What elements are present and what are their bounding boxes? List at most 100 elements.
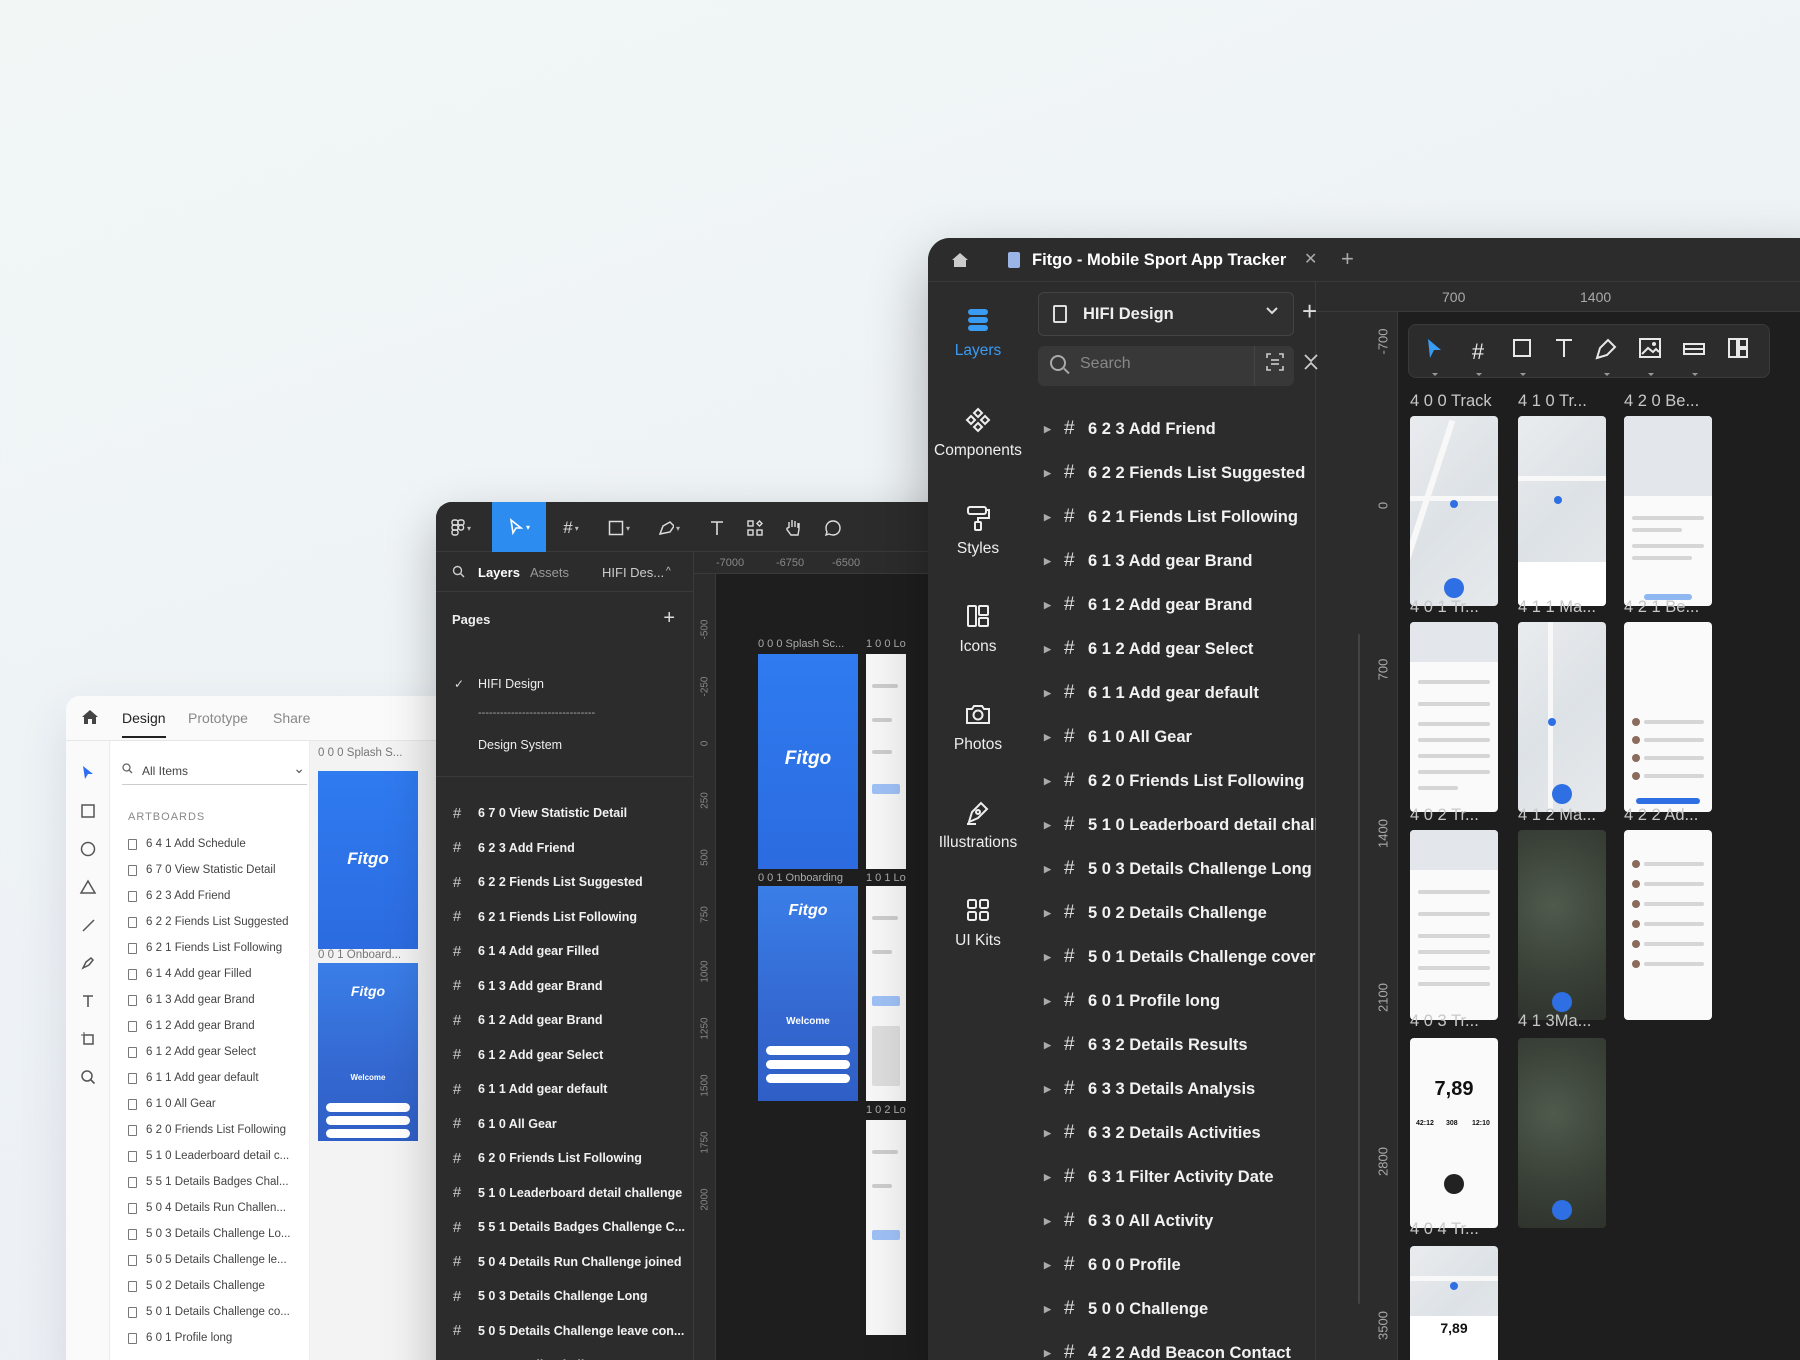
splash-frame[interactable]: Fitgo	[758, 654, 858, 869]
layer-item[interactable]: ▶ #6 2 3 Add Friend	[1028, 407, 1316, 451]
rail-item-photos[interactable]: Photos	[928, 700, 1028, 754]
expand-arrow-icon[interactable]: ▶	[1044, 468, 1064, 479]
line-tool-icon[interactable]	[78, 915, 98, 935]
expand-arrow-icon[interactable]: ▶	[1044, 1172, 1064, 1183]
artboard-item[interactable]: 6 1 2 Add gear Brand	[128, 1013, 308, 1039]
expand-arrow-icon[interactable]: ▶	[1044, 512, 1064, 523]
artboard-item[interactable]: 5 0 5 Details Challenge le...	[128, 1247, 308, 1273]
artboard-tool-icon[interactable]	[78, 1029, 98, 1049]
layer-item[interactable]: #5 0 2 Details Challenge	[436, 1348, 693, 1360]
artboard-item[interactable]: 6 1 0 All Gear	[128, 1091, 308, 1117]
text-tool-icon[interactable]	[1549, 337, 1579, 367]
onboarding-frame[interactable]: Fitgo Welcome	[758, 886, 858, 1101]
main-menu-icon[interactable]: ▾	[450, 517, 472, 539]
text-tool-icon[interactable]	[78, 991, 98, 1011]
expand-arrow-icon[interactable]: ▶	[1044, 776, 1064, 787]
artboard-item[interactable]: 6 0 1 Profile long	[128, 1325, 308, 1351]
layer-item[interactable]: #6 2 0 Friends List Following	[436, 1141, 693, 1176]
close-icon[interactable]: ✕	[1304, 249, 1317, 269]
hand-tool-icon[interactable]	[782, 517, 804, 539]
layer-item[interactable]: #6 2 2 Fiends List Suggested	[436, 865, 693, 900]
beacon-frame[interactable]	[1624, 416, 1712, 606]
splash-artboard[interactable]: Fitgo	[318, 771, 418, 949]
layer-item[interactable]: #6 2 3 Add Friend	[436, 831, 693, 866]
scan-icon[interactable]	[1254, 346, 1294, 386]
layer-item[interactable]: ▶ #4 2 2 Add Beacon Contact	[1028, 1331, 1316, 1360]
ellipse-tool-icon[interactable]	[78, 839, 98, 859]
scrollbar[interactable]	[1358, 634, 1360, 1304]
rail-item-illustrations[interactable]: Illustrations	[928, 798, 1028, 852]
resources-icon[interactable]	[744, 517, 766, 539]
expand-arrow-icon[interactable]: ▶	[1044, 1128, 1064, 1139]
layer-item[interactable]: ▶ #6 2 0 Friends List Following	[1028, 759, 1316, 803]
layer-item[interactable]: ▶ #6 0 1 Profile long	[1028, 979, 1316, 1023]
artboard-filter-dropdown[interactable]: All Items ⌄	[122, 759, 307, 785]
layer-item[interactable]: #6 1 1 Add gear default	[436, 1072, 693, 1107]
expand-arrow-icon[interactable]: ▶	[1044, 732, 1064, 743]
expand-arrow-icon[interactable]: ▶	[1044, 820, 1064, 831]
shape-tool-icon[interactable]	[1507, 337, 1537, 376]
expand-arrow-icon[interactable]: ▶	[1044, 952, 1064, 963]
layer-item[interactable]: ▶ #6 1 2 Add gear Brand	[1028, 583, 1316, 627]
layer-item[interactable]: ▶ #5 0 2 Details Challenge	[1028, 891, 1316, 935]
layer-item[interactable]: ▶ #6 1 3 Add gear Brand	[1028, 539, 1316, 583]
rectangle-tool-icon[interactable]	[78, 801, 98, 821]
map-satellite-frame[interactable]	[1518, 1038, 1606, 1228]
shape-tool-icon[interactable]: ▾	[608, 517, 630, 539]
layer-item[interactable]: ▶ #6 3 2 Details Results	[1028, 1023, 1316, 1067]
layer-item[interactable]: #5 1 0 Leaderboard detail challenge	[436, 1176, 693, 1211]
expand-arrow-icon[interactable]: ▶	[1044, 864, 1064, 875]
layer-item[interactable]: #6 1 4 Add gear Filled	[436, 934, 693, 969]
tab-layers[interactable]: Layers	[478, 565, 520, 580]
artboard-item[interactable]: 6 1 4 Add gear Filled	[128, 961, 308, 987]
expand-arrow-icon[interactable]: ▶	[1044, 908, 1064, 919]
artboard-item[interactable]: 5 0 2 Details Challenge	[128, 1273, 308, 1299]
layer-item[interactable]: ▶ #6 0 0 Profile	[1028, 1243, 1316, 1287]
layer-item[interactable]: ▶ #5 0 0 Challenge	[1028, 1287, 1316, 1331]
layer-item[interactable]: ▶ #6 2 2 Fiends List Suggested	[1028, 451, 1316, 495]
pen-tool-icon[interactable]: ▾	[658, 517, 680, 539]
add-contact-frame[interactable]	[1624, 830, 1712, 1020]
collapse-all-icon[interactable]	[1302, 352, 1320, 377]
layer-item[interactable]: ▶ #6 3 1 Filter Activity Date	[1028, 1155, 1316, 1199]
frame-tool-icon[interactable]: #	[1463, 337, 1493, 376]
artboard-item[interactable]: 5 0 4 Details Run Challen...	[128, 1195, 308, 1221]
login-frame[interactable]	[866, 886, 906, 1101]
map-frame[interactable]	[1518, 622, 1606, 812]
artboard-item[interactable]: 6 1 2 Add gear Select	[128, 1039, 308, 1065]
layer-item[interactable]: ▶ #5 1 0 Leaderboard detail chall...	[1028, 803, 1316, 847]
layer-item[interactable]: #5 5 1 Details Badges Challenge C...	[436, 1210, 693, 1245]
artboard-item[interactable]: 6 2 1 Fiends List Following	[128, 935, 308, 961]
component-tool-icon[interactable]	[1679, 337, 1709, 376]
tab-share[interactable]: Share	[273, 710, 310, 726]
map-satellite-frame[interactable]	[1518, 830, 1606, 1020]
tab-assets[interactable]: Assets	[530, 565, 569, 580]
expand-arrow-icon[interactable]: ▶	[1044, 1348, 1064, 1359]
layer-item[interactable]: #6 1 3 Add gear Brand	[436, 969, 693, 1004]
expand-arrow-icon[interactable]: ▶	[1044, 1260, 1064, 1271]
page-item-design-system[interactable]: Design System	[478, 738, 562, 752]
layer-item[interactable]: ▶ #5 0 3 Details Challenge Long	[1028, 847, 1316, 891]
tab-prototype[interactable]: Prototype	[188, 710, 248, 726]
home-icon[interactable]	[80, 707, 102, 729]
rail-item-layers[interactable]: Layers	[928, 306, 1028, 360]
tab-design[interactable]: Design	[122, 710, 166, 738]
layer-item[interactable]: #6 1 0 All Gear	[436, 1107, 693, 1142]
expand-arrow-icon[interactable]: ▶	[1044, 1084, 1064, 1095]
artboard-item[interactable]: 6 2 3 Add Friend	[128, 883, 308, 909]
expand-arrow-icon[interactable]: ▶	[1044, 644, 1064, 655]
page-separator[interactable]: --------------------------------	[478, 707, 595, 719]
login-frame[interactable]	[866, 654, 906, 869]
track-frame[interactable]: 7,89	[1410, 1246, 1498, 1360]
layer-item[interactable]: #6 7 0 View Statistic Detail	[436, 796, 693, 831]
image-tool-icon[interactable]	[1635, 337, 1665, 376]
home-icon[interactable]	[950, 250, 970, 275]
page-selector[interactable]: HIFI Design	[1038, 292, 1294, 336]
move-tool-icon[interactable]: ▾	[492, 502, 546, 552]
layer-item[interactable]: ▶ #6 1 1 Add gear default	[1028, 671, 1316, 715]
file-tab-title[interactable]: Fitgo - Mobile Sport App Tracker	[1032, 251, 1286, 270]
track-frame[interactable]	[1410, 416, 1498, 606]
page-item-hifi-design[interactable]: HIFI Design	[478, 677, 544, 691]
page-selector[interactable]: HIFI Des...	[602, 565, 664, 580]
rail-item-components[interactable]: Components	[928, 406, 1028, 460]
